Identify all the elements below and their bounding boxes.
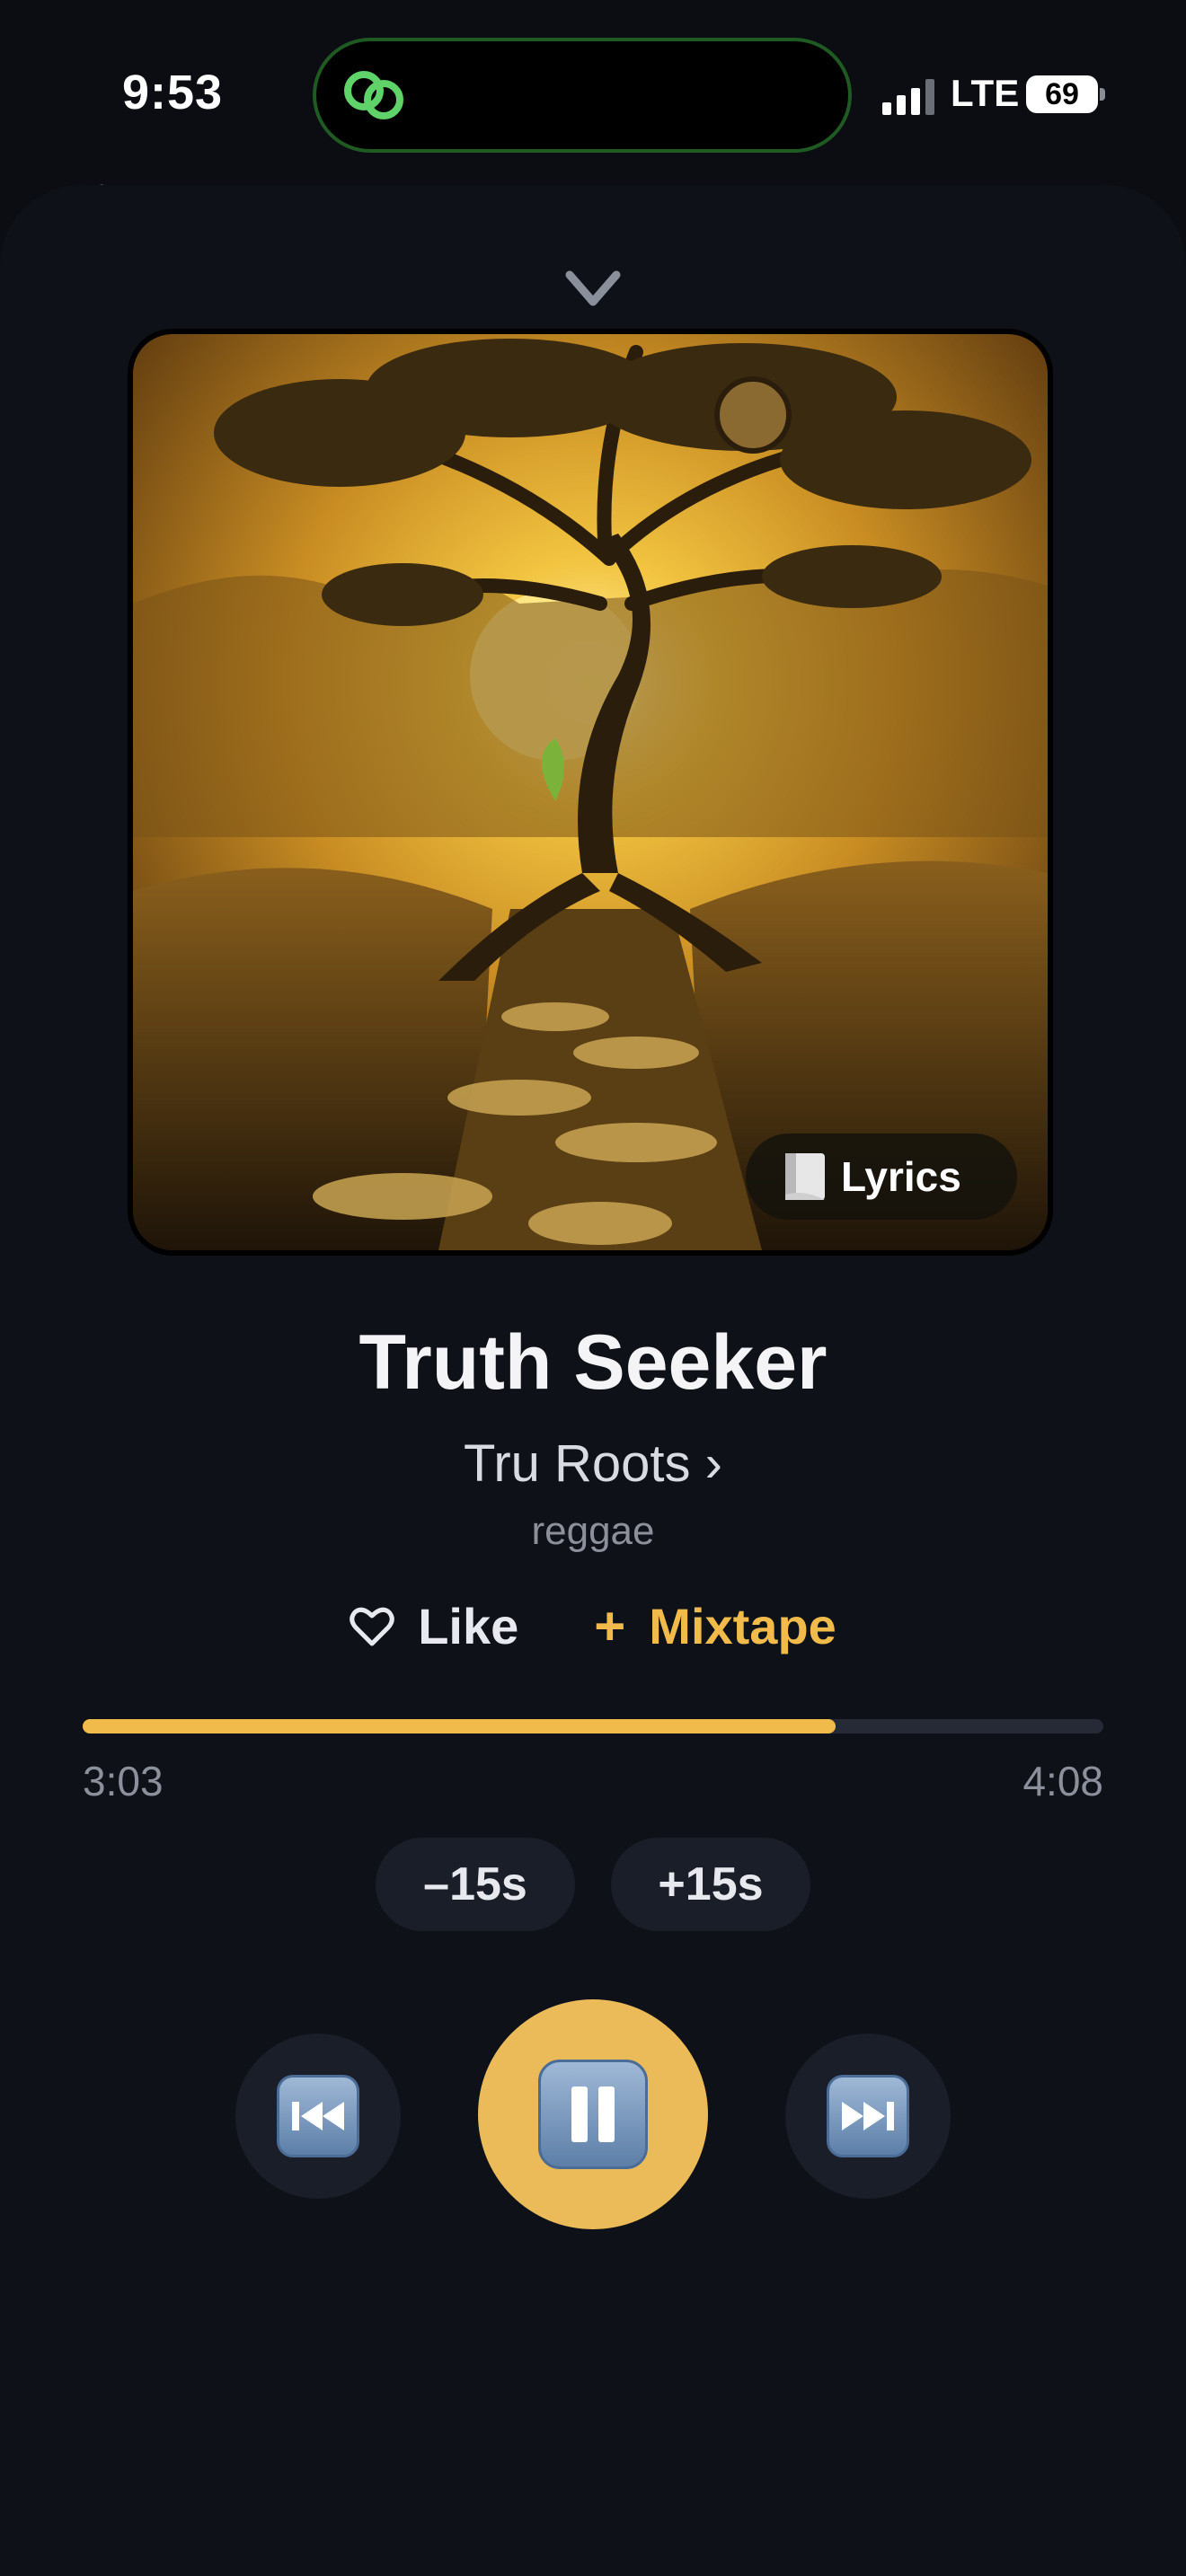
battery-icon: 69 xyxy=(1026,75,1098,113)
lyrics-label: Lyrics xyxy=(841,1153,961,1200)
like-button[interactable]: Like xyxy=(350,1595,518,1657)
network-type: LTE xyxy=(951,72,1020,114)
like-label: Like xyxy=(418,1598,519,1654)
artist-link[interactable]: Tru Roots › xyxy=(0,1434,1186,1494)
pause-button[interactable] xyxy=(478,1999,708,2229)
chevron-down-icon[interactable] xyxy=(564,268,622,309)
plus-icon: + xyxy=(594,1596,626,1656)
lyrics-button[interactable]: Lyrics xyxy=(746,1134,1017,1220)
chain-link-icon xyxy=(344,71,403,119)
total-time: 4:08 xyxy=(1022,1758,1103,1804)
track-actions: Like + Mixtape xyxy=(0,1595,1186,1657)
status-time: 9:53 xyxy=(122,66,224,119)
track-title: Truth Seeker xyxy=(358,1319,828,1406)
previous-track-icon xyxy=(277,2075,359,2157)
add-to-mixtape-button[interactable]: + Mixtape xyxy=(594,1595,836,1657)
rewind-15-button[interactable]: –15s xyxy=(376,1838,575,1931)
next-track-icon xyxy=(827,2075,909,2157)
heart-icon xyxy=(350,1607,394,1645)
elapsed-time: 3:03 xyxy=(83,1758,164,1804)
skip-controls: –15s +15s xyxy=(0,1838,1186,1931)
scroll-icon xyxy=(785,1153,825,1200)
status-bar: 9:53 LTE 69 xyxy=(0,0,1186,180)
mixtape-label: Mixtape xyxy=(649,1598,836,1654)
album-artwork xyxy=(133,334,1048,1250)
progress-fill xyxy=(83,1719,836,1734)
dynamic-island[interactable] xyxy=(313,38,852,153)
signal-icon xyxy=(882,79,934,115)
transport-controls xyxy=(0,1999,1186,2233)
forward-15-button[interactable]: +15s xyxy=(611,1838,810,1931)
next-track-button[interactable] xyxy=(785,2033,951,2199)
genre-label: reggae xyxy=(531,1509,655,1553)
previous-track-button[interactable] xyxy=(235,2033,401,2199)
battery-nub xyxy=(1100,88,1105,101)
pause-icon xyxy=(538,2060,648,2169)
progress-bar[interactable] xyxy=(83,1719,1103,1734)
